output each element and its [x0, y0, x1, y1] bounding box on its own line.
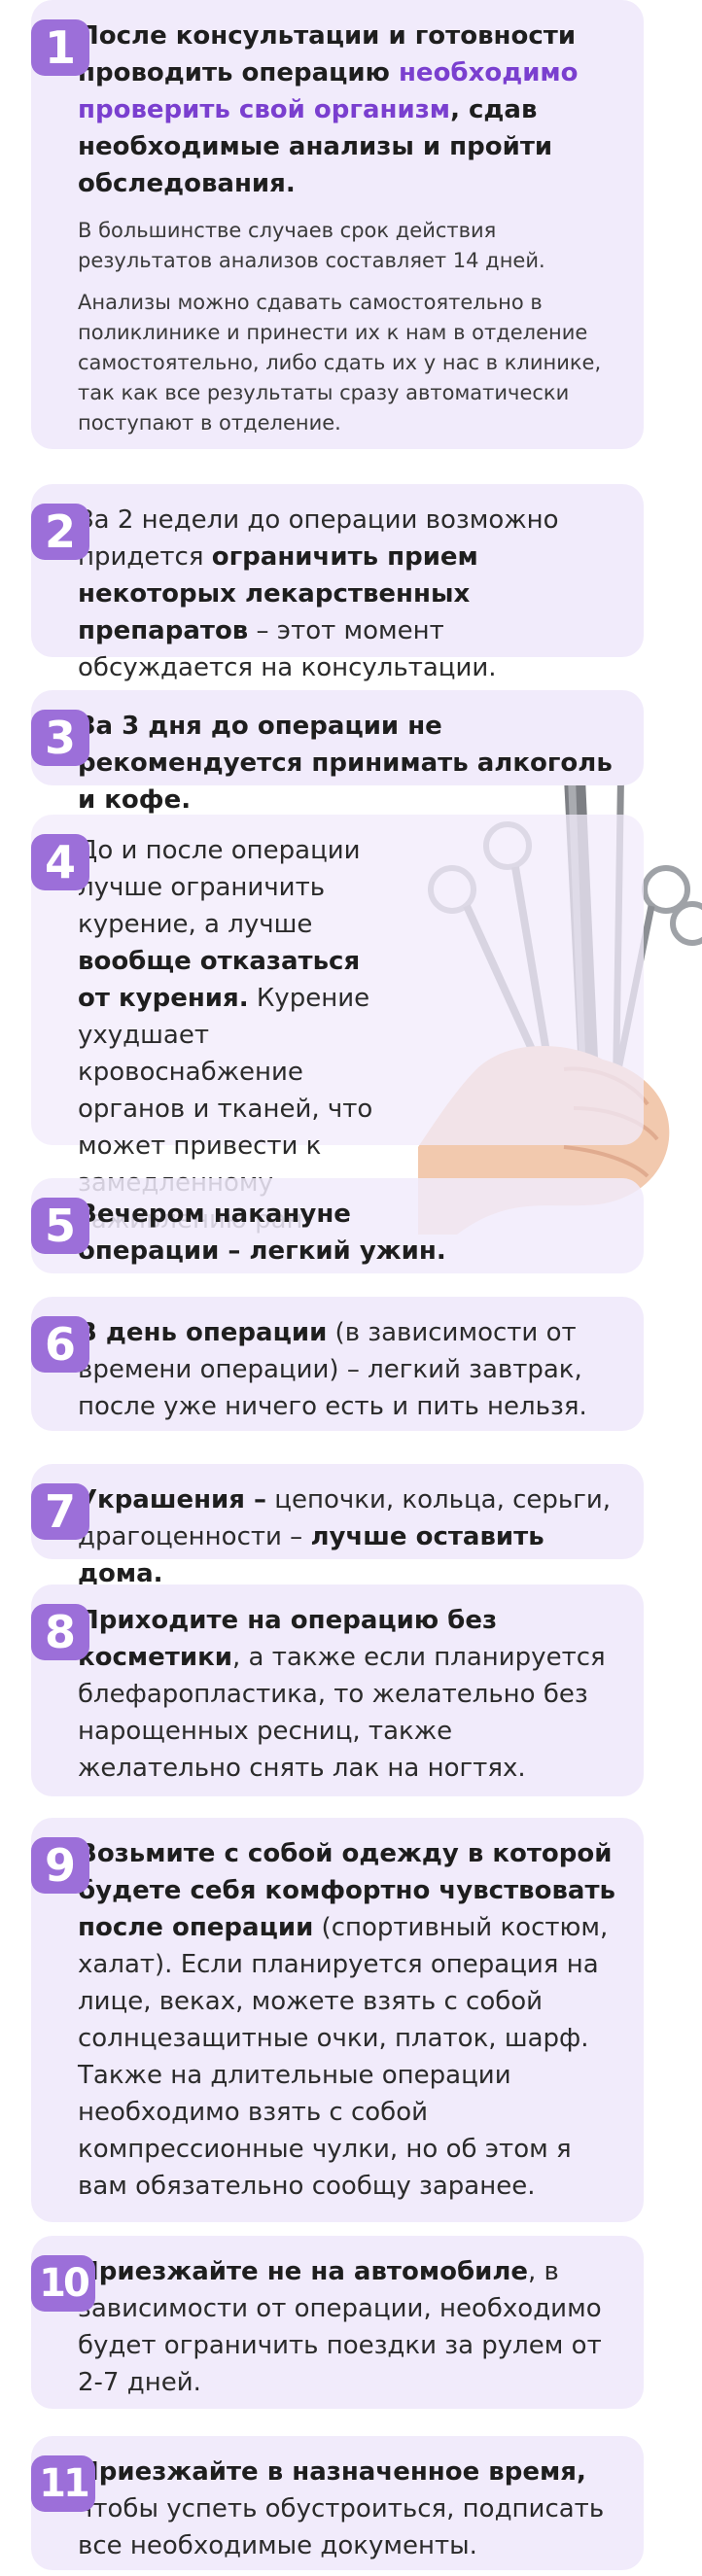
step-number-badge: 10: [31, 2255, 95, 2312]
step-note: Анализы можно сдавать самостоятельно в п…: [78, 291, 602, 435]
step-card-6: 6 В день операции (в зависимости от врем…: [31, 1297, 644, 1431]
step-number-badge: 3: [31, 710, 89, 766]
step-card-2: 2 За 2 недели до операции возможно приде…: [31, 484, 644, 682]
step-text: За 3 дня до операции не рекомендуется пр…: [78, 708, 622, 818]
step-number-badge: 7: [31, 1483, 89, 1540]
step-card-11: 11 Приезжайте в назначенное время, чтобы…: [31, 2436, 644, 2570]
step-card-9: 9 Возьмите с собой одежду в которой буде…: [31, 1818, 644, 2222]
step-text-bold: Приезжайте в назначенное время,: [78, 2457, 586, 2487]
step-number-badge: 6: [31, 1316, 89, 1373]
step-text-bold: За 3 дня до операции не рекомендуется пр…: [78, 712, 613, 815]
step-text-regular: До и после операции лучше ограничить кур…: [78, 836, 361, 939]
step-number-badge: 5: [31, 1198, 89, 1254]
step-text-bold: Украшения –: [78, 1485, 267, 1514]
step-text: Возьмите с собой одежду в которой будете…: [78, 1835, 622, 2205]
step-card-1: 1 После консультации и готовности провод…: [31, 0, 644, 449]
step-text: Приходите на операцию без косметики, а т…: [78, 1602, 622, 1787]
step-card-3: 3 За 3 дня до операции не рекомендуется …: [31, 690, 644, 815]
step-note: В большинстве случаев срок действия резу…: [78, 219, 545, 272]
step-text: В день операции (в зависимости от времен…: [78, 1314, 622, 1425]
step-text: Приезжайте в назначенное время, чтобы ус…: [78, 2454, 622, 2564]
step-text: Украшения – цепочки, кольца, серьги, дра…: [78, 1481, 622, 1592]
step-text: Приезжайте не на автомобиле, в зависимос…: [78, 2253, 622, 2401]
step-text: За 2 недели до операции возможно придетс…: [78, 502, 622, 686]
step-card-10: 10 Приезжайте не на автомобиле, в зависи…: [31, 2236, 644, 2409]
step-text-bold: В день операции: [78, 1318, 328, 1347]
step-number-badge: 2: [31, 504, 89, 560]
step-number-badge: 9: [31, 1837, 89, 1894]
step-text-regular: (спортивный костюм, халат). Если планиру…: [78, 1913, 609, 2201]
step-text-regular: чтобы успеть обустроиться, подписать все…: [78, 2494, 605, 2560]
step-number-badge: 8: [31, 1604, 89, 1660]
step-number-badge: 4: [31, 834, 89, 890]
step-text: Вечером накануне операции – легкий ужин.: [78, 1196, 622, 1270]
step-number-badge: 1: [31, 19, 89, 76]
step-number-badge: 11: [31, 2455, 95, 2512]
step-card-8: 8 Приходите на операцию без косметики, а…: [31, 1584, 644, 1796]
step-card-4: 4 До и после операции лучше ограничить к…: [31, 815, 644, 1235]
step-card-5: 5 Вечером накануне операции – легкий ужи…: [31, 1178, 644, 1273]
step-text-bold: Вечером накануне операции – легкий ужин.: [78, 1200, 446, 1266]
step-text: После консультации и готовности проводит…: [78, 17, 622, 202]
step-card-7: 7 Украшения – цепочки, кольца, серьги, д…: [31, 1464, 644, 1588]
step-text-bold: Приезжайте не на автомобиле: [78, 2257, 529, 2286]
